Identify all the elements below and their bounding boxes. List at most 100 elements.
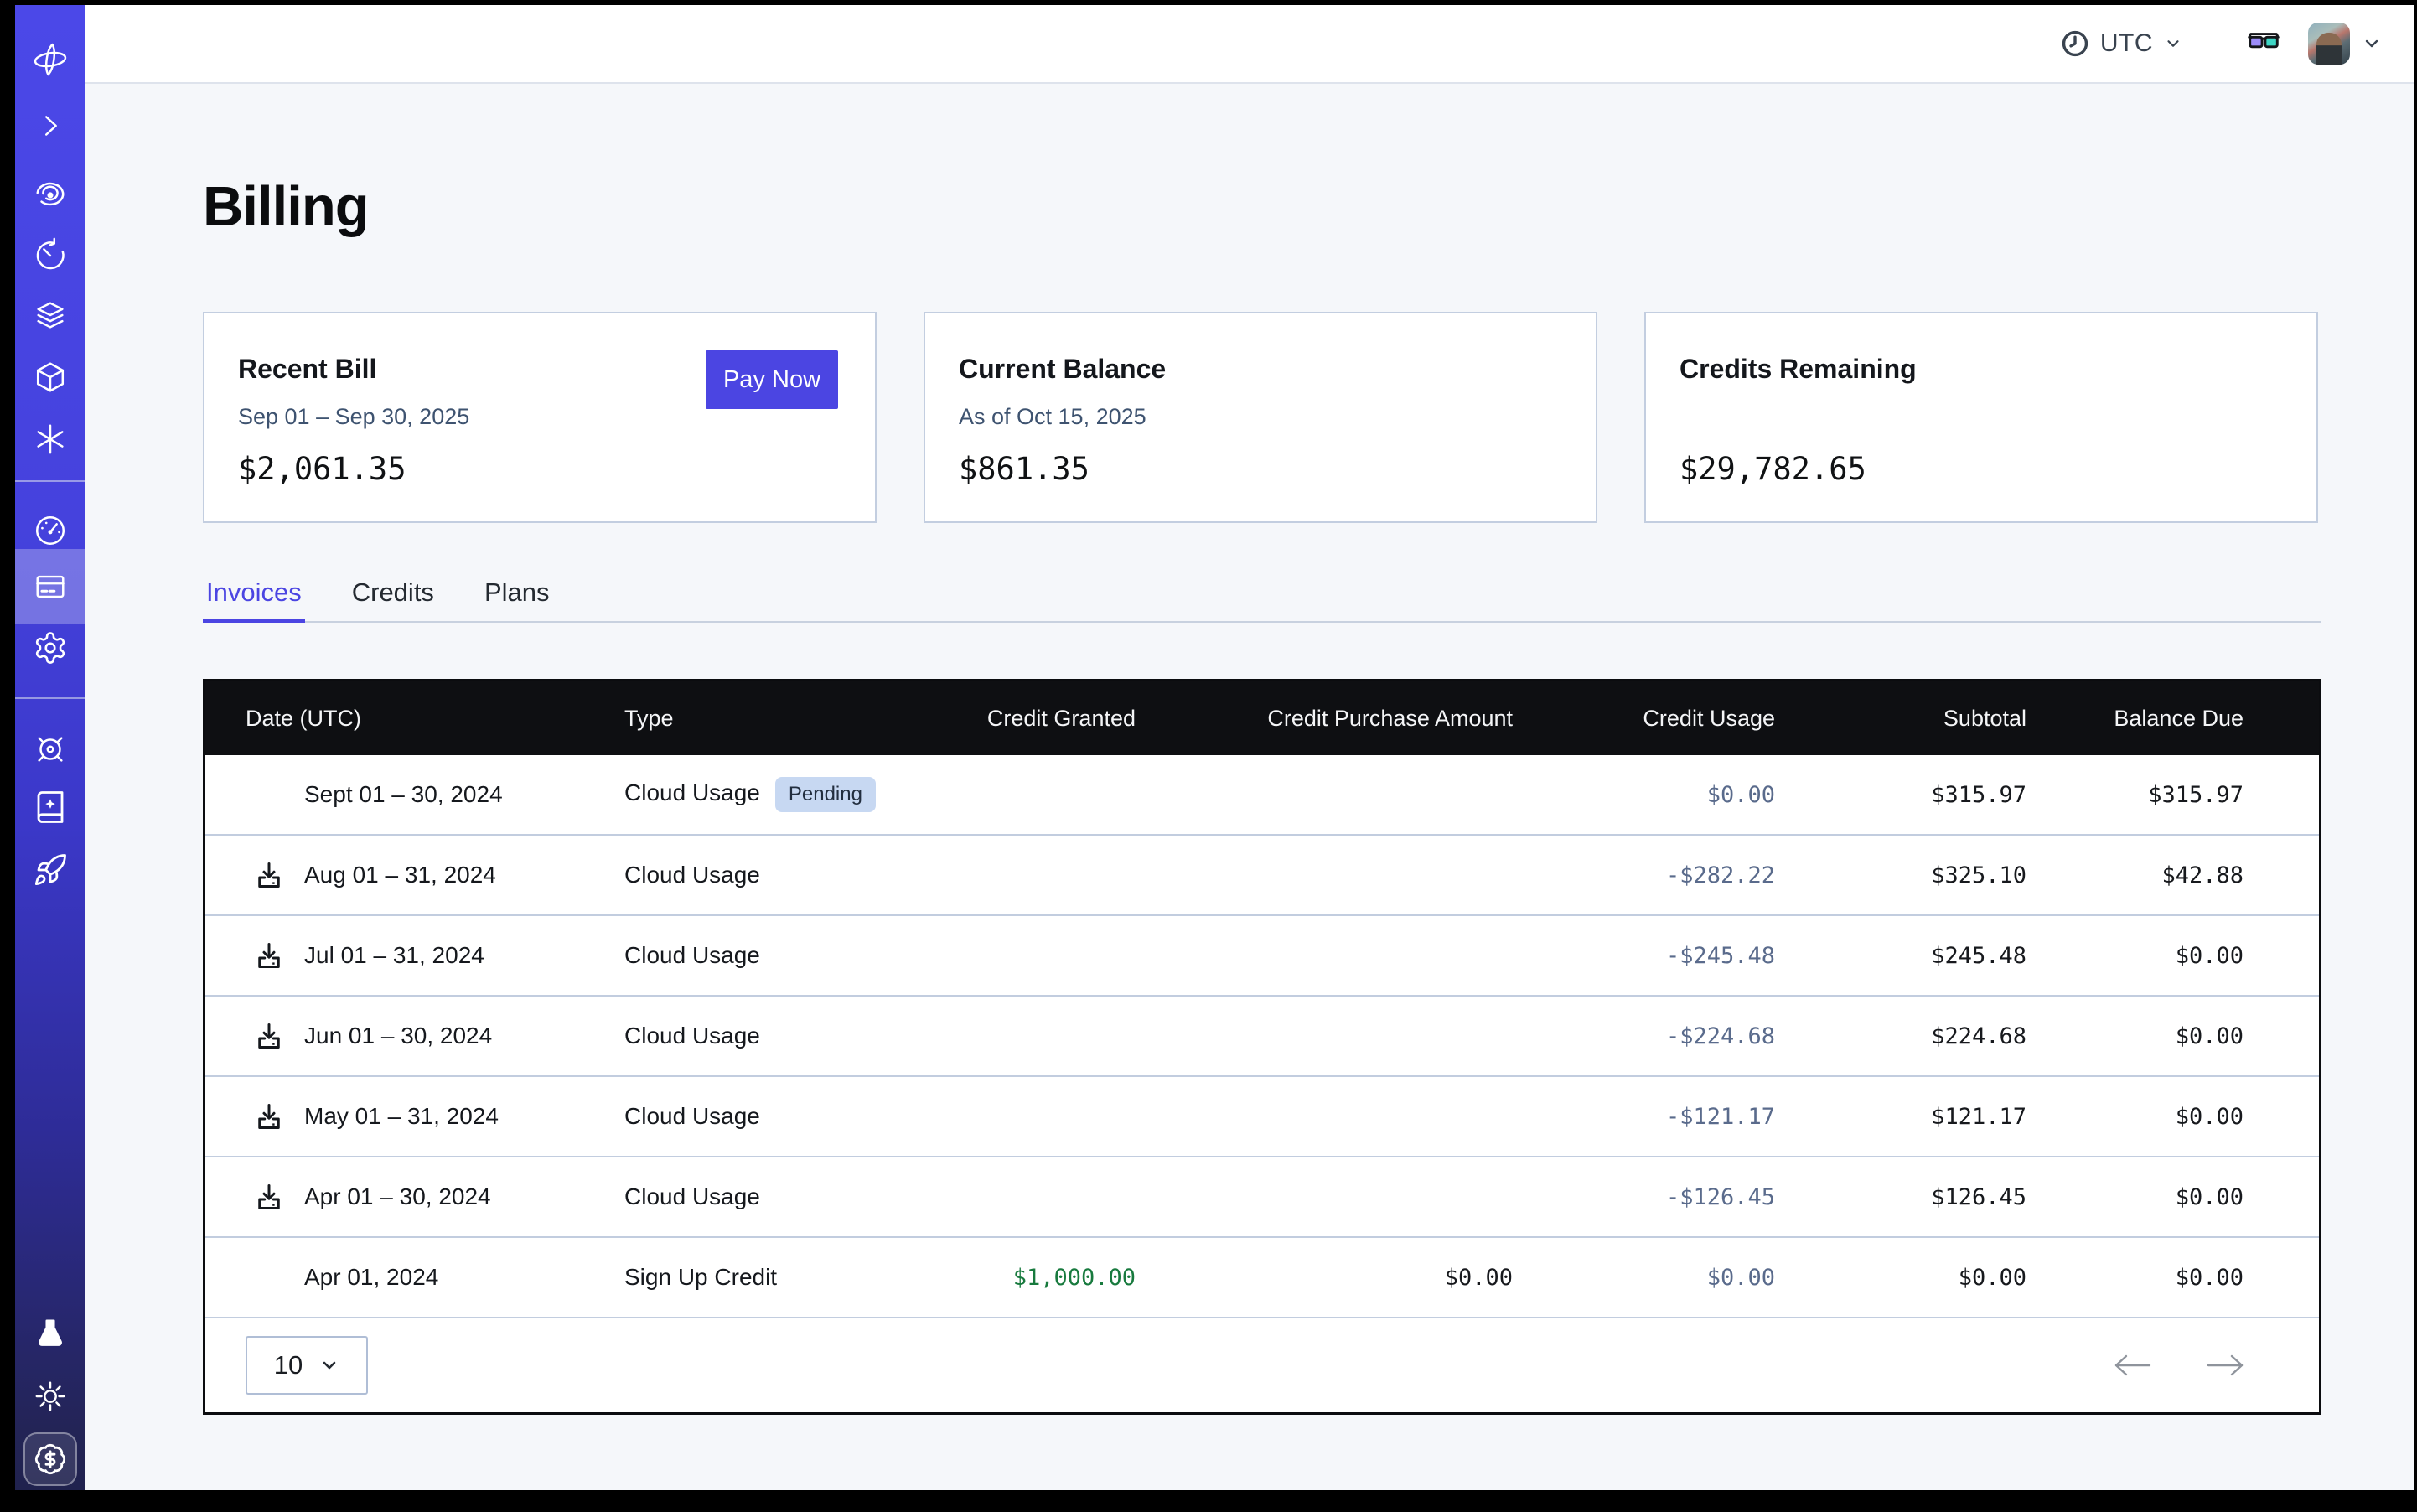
table-row: Jul 01 – 31, 2024 Cloud Usage -$245.48$245… (205, 916, 2319, 997)
sidebar (15, 5, 85, 1490)
card-amount: $861.35 (959, 451, 1089, 487)
download-invoice-icon[interactable] (254, 1101, 284, 1131)
layers-icon[interactable] (15, 288, 85, 342)
sidebar-divider (15, 480, 85, 482)
subtotal-value: $245.48 (1775, 943, 2026, 969)
card-title: Recent Bill (238, 354, 376, 385)
subtotal-value: $121.17 (1775, 1104, 2026, 1130)
page-size-value: 10 (274, 1350, 303, 1380)
topbar: UTC (85, 5, 2414, 84)
credit-usage-value: -$224.68 (1513, 1023, 1775, 1049)
invoice-type: Cloud Usage (624, 942, 760, 968)
balance-due-value: $0.00 (2026, 1023, 2319, 1049)
timezone-selector[interactable]: UTC (2061, 29, 2182, 58)
balance-due-value: $315.97 (2026, 782, 2319, 808)
credit-usage-value: -$121.17 (1513, 1104, 1775, 1130)
download-invoice-icon[interactable] (254, 1182, 284, 1212)
invoice-date: Jun 01 – 30, 2024 (304, 1023, 492, 1049)
balance-due-value: $0.00 (2026, 1184, 2319, 1210)
status-badge: Pending (775, 777, 876, 812)
invoice-date: Aug 01 – 31, 2024 (304, 862, 496, 888)
balance-due-value: $0.00 (2026, 943, 2319, 969)
tab-invoices[interactable]: Invoices (203, 567, 305, 623)
invoice-type: Cloud Usage (624, 1023, 760, 1049)
credit-usage-value: $0.00 (1513, 782, 1775, 808)
invoice-date: Apr 01 – 30, 2024 (304, 1183, 491, 1210)
chevron-down-icon[interactable] (2362, 34, 2382, 54)
card-subtitle: Sep 01 – Sep 30, 2025 (238, 404, 469, 430)
table-row: Apr 01, 2024Sign Up Credit$1,000.00$0.00… (205, 1238, 2319, 1318)
invoice-date: Jul 01 – 31, 2024 (304, 942, 484, 969)
history-timer-icon[interactable] (15, 228, 85, 282)
invoice-rows: Sept 01 – 30, 2024 Cloud Usage Pending $0.0… (205, 755, 2319, 1318)
user-avatar[interactable] (2308, 23, 2350, 65)
credit-usage-value: -$245.48 (1513, 943, 1775, 969)
column-header-type: Type (624, 706, 926, 732)
usage-gauge-icon[interactable] (15, 504, 85, 557)
table-row: Aug 01 – 31, 2024 Cloud Usage -$282.22$325… (205, 836, 2319, 916)
timezone-label: UTC (2100, 29, 2153, 58)
package-cube-icon[interactable] (15, 350, 85, 404)
getting-started-rocket-icon[interactable] (15, 843, 85, 897)
invoice-type: Cloud Usage (624, 779, 760, 805)
credits-dollar-badge-button[interactable] (23, 1432, 77, 1486)
credit-usage-value: $0.00 (1513, 1265, 1775, 1291)
balance-due-value: $42.88 (2026, 862, 2319, 888)
download-invoice-icon[interactable] (254, 1021, 284, 1051)
balance-due-value: $0.00 (2026, 1265, 2319, 1291)
invoice-type: Cloud Usage (624, 1183, 760, 1209)
subtotal-value: $0.00 (1775, 1265, 2026, 1291)
column-header-credit-granted: Credit Granted (926, 706, 1136, 732)
credits-dollar-badge-icon (34, 1442, 67, 1476)
table-row: May 01 – 31, 2024 Cloud Usage -$121.17$121… (205, 1077, 2319, 1157)
card-amount: $29,782.65 (1679, 451, 1866, 487)
credit-usage-value: -$126.45 (1513, 1184, 1775, 1210)
chevron-down-icon (2164, 34, 2182, 53)
asterisk-icon[interactable] (15, 412, 85, 466)
current-balance-card: Current Balance As of Oct 15, 2025 $861.… (924, 312, 1597, 523)
card-title: Current Balance (959, 354, 1166, 385)
balance-due-value: $0.00 (2026, 1104, 2319, 1130)
subtotal-value: $325.10 (1775, 862, 2026, 888)
invoice-date: Sept 01 – 30, 2024 (304, 781, 503, 808)
column-header-subtotal: Subtotal (1775, 706, 2026, 732)
next-page-arrow-icon[interactable] (2203, 1353, 2247, 1378)
table-header: Date (UTC) Type Credit Granted Credit Pu… (205, 681, 2319, 755)
tab-plans[interactable]: Plans (481, 567, 553, 623)
app-logo[interactable] (15, 33, 85, 86)
pagination-bar: 10 (205, 1318, 2319, 1412)
table-row: Apr 01 – 30, 2024Cloud Usage-$126.45$126… (205, 1157, 2319, 1238)
previous-page-arrow-icon[interactable] (2111, 1353, 2155, 1378)
billing-card-icon[interactable] (15, 560, 85, 614)
invoice-type: Sign Up Credit (624, 1264, 777, 1290)
card-title: Credits Remaining (1679, 354, 1917, 385)
labs-flask-icon[interactable] (15, 1307, 85, 1361)
page-size-select[interactable]: 10 (246, 1336, 368, 1395)
docs-book-icon[interactable] (15, 780, 85, 834)
column-header-balance-due: Balance Due (2026, 706, 2319, 732)
table-row: Sept 01 – 30, 2024 Cloud Usage Pending $0.0… (205, 755, 2319, 836)
credit-usage-value: -$282.22 (1513, 862, 1775, 888)
observe-spiral-icon[interactable] (15, 168, 85, 221)
invoice-type: Cloud Usage (624, 1103, 760, 1129)
expand-sidebar-chevron-icon[interactable] (15, 99, 85, 153)
column-header-date: Date (UTC) (205, 706, 624, 732)
card-subtitle: As of Oct 15, 2025 (959, 404, 1146, 430)
tab-credits[interactable]: Credits (349, 567, 437, 623)
pay-now-button[interactable]: Pay Now (706, 350, 838, 409)
glasses-icon[interactable] (2244, 24, 2283, 63)
billing-tabs: Invoices Credits Plans (203, 567, 2321, 623)
download-invoice-icon[interactable] (254, 860, 284, 890)
recent-bill-card: Recent Bill Sep 01 – Sep 30, 2025 $2,061… (203, 312, 877, 523)
invoices-table: Date (UTC) Type Credit Granted Credit Pu… (203, 679, 2321, 1415)
settings-gear-icon[interactable] (15, 621, 85, 675)
credit-purchase-amount-value: $0.00 (1136, 1265, 1513, 1291)
chevron-down-icon (319, 1355, 339, 1375)
table-row: Jun 01 – 30, 2024Cloud Usage-$224.68$224… (205, 997, 2319, 1077)
invoice-type: Cloud Usage (624, 862, 760, 888)
support-helm-icon[interactable] (15, 722, 85, 776)
download-invoice-icon[interactable] (254, 940, 284, 971)
clock-icon (2061, 29, 2089, 58)
theme-sun-icon[interactable] (15, 1370, 85, 1423)
invoice-date: May 01 – 31, 2024 (304, 1103, 499, 1130)
